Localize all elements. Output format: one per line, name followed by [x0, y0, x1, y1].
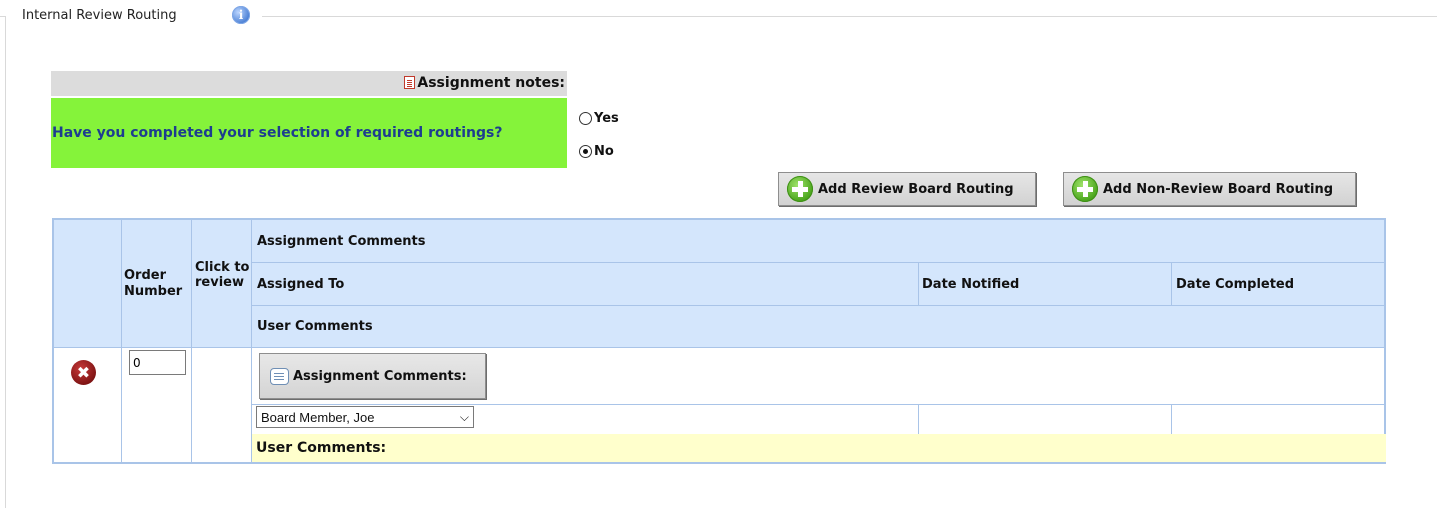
routing-question: Have you completed your selection of req…	[51, 98, 567, 168]
grid-line	[121, 220, 122, 462]
assigned-to-value: Board Member, Joe	[261, 409, 375, 425]
grid-line	[252, 305, 1384, 306]
header-assigned-to: Assigned To	[257, 277, 345, 292]
grid-line	[918, 262, 919, 305]
assigned-to-select[interactable]: Board Member, Joe ⌵	[256, 406, 474, 428]
radio-yes[interactable]: Yes	[579, 111, 619, 126]
grid-line	[251, 220, 252, 462]
header-date-notified: Date Notified	[922, 277, 1020, 292]
user-comments-row[interactable]: User Comments:	[252, 434, 1386, 462]
radio-yes-label: Yes	[594, 111, 619, 126]
add-non-review-board-routing-button[interactable]: Add Non-Review Board Routing	[1063, 172, 1356, 206]
grid-line	[1171, 404, 1172, 434]
header-click-to-review: Click to review	[195, 260, 250, 290]
grid-line	[918, 404, 919, 434]
section-title: Internal Review Routing	[22, 8, 177, 23]
radio-no-label: No	[594, 144, 614, 159]
frame-border	[5, 16, 6, 508]
chevron-down-icon: ⌵	[459, 409, 469, 424]
add-review-board-routing-button[interactable]: Add Review Board Routing	[778, 172, 1036, 206]
order-number-input[interactable]	[129, 350, 186, 375]
assignment-comments-button-label: Assignment Comments:	[293, 368, 467, 384]
routing-table: Order Number Click to review Assignment …	[52, 218, 1386, 464]
header-order-number: Order Number	[124, 268, 183, 299]
radio-no[interactable]: No	[579, 144, 614, 159]
assignment-notes-bar[interactable]: Assignment notes:	[51, 71, 567, 96]
grid-line	[252, 404, 1384, 405]
plus-icon	[787, 176, 813, 202]
header-assignment-comments: Assignment Comments	[257, 234, 426, 249]
comment-bubble-icon	[270, 367, 289, 385]
document-icon	[404, 76, 416, 89]
plus-icon	[1072, 176, 1098, 202]
header-date-completed: Date Completed	[1176, 277, 1295, 292]
frame-border	[262, 16, 1437, 17]
radio-yes-circle[interactable]	[579, 112, 592, 125]
routing-question-text: Have you completed your selection of req…	[52, 125, 503, 141]
grid-line	[1171, 262, 1172, 305]
assignment-comments-button[interactable]: Assignment Comments:	[259, 353, 486, 399]
info-icon[interactable]: i	[232, 6, 250, 24]
add-review-board-routing-label: Add Review Board Routing	[818, 181, 1014, 197]
delete-routing-icon[interactable]: ✖	[71, 360, 96, 385]
grid-line	[252, 262, 1384, 263]
radio-no-circle[interactable]	[579, 145, 592, 158]
grid-line	[54, 347, 1384, 348]
add-non-review-board-routing-label: Add Non-Review Board Routing	[1103, 181, 1334, 197]
assignment-notes-label: Assignment notes:	[417, 75, 565, 91]
grid-line	[191, 220, 192, 462]
header-user-comments: User Comments	[257, 319, 373, 334]
